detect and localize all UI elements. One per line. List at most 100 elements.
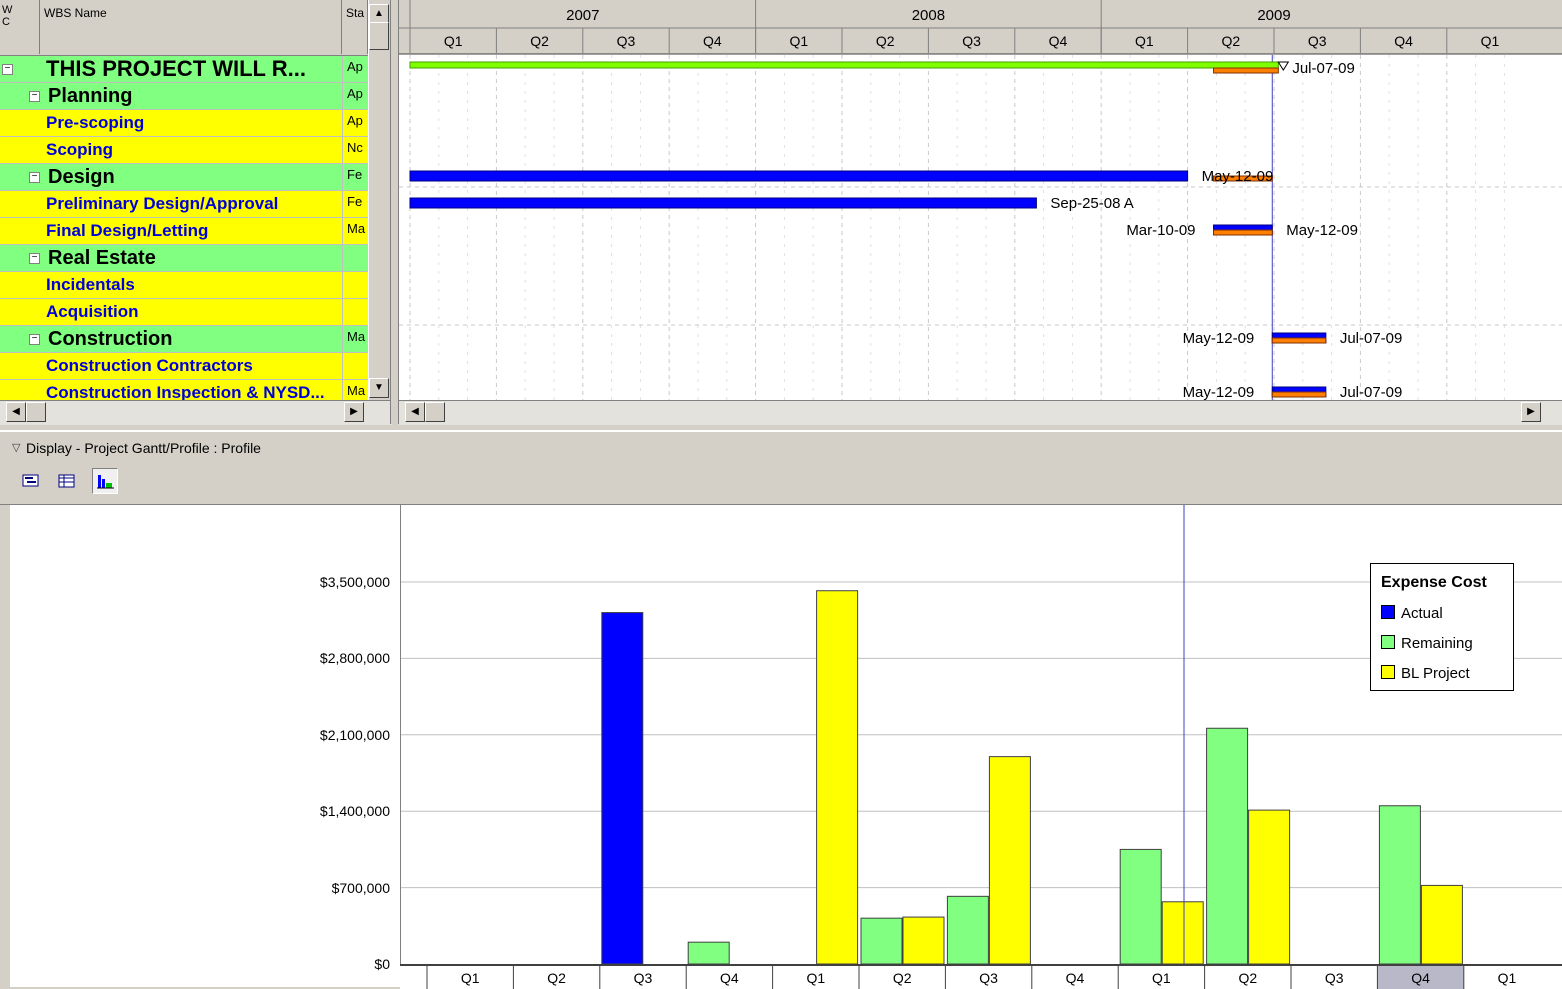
collapse-toggle-icon[interactable]: −	[29, 253, 40, 264]
wbs-name: Final Design/Letting	[46, 221, 209, 240]
table-view-icon[interactable]	[54, 468, 80, 494]
gantt-horizontal-scrollbar[interactable]: ◀ ▶	[399, 400, 1562, 425]
wbs-row[interactable]: − Real Estate	[0, 245, 368, 272]
wbs-table: W C WBS Name Sta − THIS PROJECT WILL R...…	[0, 0, 392, 424]
baseline-bar	[1213, 229, 1273, 236]
bar-end-date-label: Jul-07-09	[1340, 330, 1403, 347]
quarter-label: Q3	[962, 33, 981, 49]
gantt-splitter[interactable]	[390, 0, 399, 424]
baseline-bar	[1271, 337, 1327, 344]
wbs-start: Ma	[342, 326, 368, 352]
bar-start-date-label: May-12-09	[1183, 384, 1255, 400]
bar-end-date-label: Jul-07-09	[1340, 384, 1403, 400]
wbs-start	[342, 272, 368, 298]
scroll-right-arrow-icon[interactable]: ▶	[344, 402, 364, 422]
quarter-label: Q4	[703, 33, 722, 49]
chart-legend: Expense Cost Actual Remaining BL Project	[1370, 563, 1514, 691]
wbs-row[interactable]: Final Design/Letting Ma	[0, 218, 368, 245]
scroll-right-arrow-icon[interactable]: ▶	[1521, 402, 1541, 422]
quarter-label: Q1	[444, 33, 463, 49]
wbs-row[interactable]: − THIS PROJECT WILL R... Ap	[0, 56, 368, 83]
gantt-view-icon[interactable]	[18, 468, 44, 494]
collapse-toggle-icon[interactable]: −	[29, 334, 40, 345]
wbs-row[interactable]: Construction Inspection & NYSD... Ma	[0, 380, 368, 400]
profile-view-icon[interactable]	[92, 468, 118, 494]
legend-swatch-bl-project	[1381, 665, 1395, 679]
scroll-thumb[interactable]	[26, 402, 46, 422]
y-tick-label: $1,400,000	[319, 803, 390, 820]
scroll-left-arrow-icon[interactable]: ◀	[405, 402, 425, 422]
wbs-row[interactable]: Scoping Nc	[0, 137, 368, 164]
wbs-start: Fe	[342, 191, 368, 217]
profile-x-axis-canvas: Q1 Q2 Q3 Q4 Q1 Q2 Q3 Q4 Q1 Q2 Q3 Q4 Q1	[426, 966, 1517, 989]
x-tick-label: Q1	[1152, 970, 1171, 986]
wbs-row[interactable]: − Design Fe	[0, 164, 368, 191]
y-tick-label: $2,800,000	[319, 650, 390, 667]
activity-bar	[409, 170, 1189, 182]
legend-item-remaining: Remaining	[1381, 635, 1473, 652]
wbs-row[interactable]: Pre-scoping Ap	[0, 110, 368, 137]
year-label: 2009	[1257, 7, 1290, 24]
year-label: 2008	[912, 7, 945, 24]
wbs-horizontal-scrollbar[interactable]: ◀ ▶	[0, 400, 392, 425]
wbs-start: Nc	[342, 137, 368, 163]
x-tick-label: Q3	[1325, 970, 1344, 986]
bl-project-bar	[902, 916, 945, 964]
x-tick-label: Q4	[720, 970, 739, 986]
legend-label: BL Project	[1401, 665, 1470, 682]
wbs-row[interactable]: − Planning Ap	[0, 83, 368, 110]
bl-project-bar	[988, 756, 1031, 964]
collapse-toggle-icon[interactable]: −	[2, 64, 13, 75]
start-column-header[interactable]: Sta	[342, 0, 368, 54]
bar-end-date-label: May-12-09	[1286, 222, 1358, 239]
remaining-bar	[1119, 848, 1162, 964]
bl-project-bar	[1420, 884, 1463, 964]
collapse-toggle-icon[interactable]: −	[29, 91, 40, 102]
wbs-name: Design	[48, 166, 115, 188]
scroll-up-arrow-icon[interactable]: ▲	[369, 4, 389, 24]
remaining-bar	[860, 917, 903, 964]
wbs-rows: − THIS PROJECT WILL R... Ap − Planning Ap Pre-…	[0, 56, 368, 400]
wbs-code-column-header[interactable]: W C	[0, 0, 40, 54]
bl-project-bar	[1161, 901, 1204, 964]
wbs-name: Construction Inspection & NYSD...	[46, 383, 325, 400]
scroll-thumb[interactable]	[369, 22, 389, 50]
legend-item-actual: Actual	[1381, 605, 1443, 622]
wbs-start	[342, 353, 368, 379]
wbs-row[interactable]: Construction Contractors	[0, 353, 368, 380]
milestone-triangle-icon	[1277, 61, 1290, 71]
scroll-down-arrow-icon[interactable]: ▼	[369, 378, 389, 398]
wbs-row[interactable]: Acquisition	[0, 299, 368, 326]
wbs-row[interactable]: Preliminary Design/Approval Fe	[0, 191, 368, 218]
y-tick-label: $0	[374, 956, 390, 972]
legend-item-bl-project: BL Project	[1381, 665, 1470, 682]
gantt-canvas: 2007 2008 2009 Q1 Q2 Q3 Q4 Q1 Q2 Q3 Q4 Q1 Q2 Q3 Q4 Q1 Ju…	[399, 0, 1562, 400]
scroll-thumb[interactable]	[425, 402, 445, 422]
scroll-left-arrow-icon[interactable]: ◀	[6, 402, 26, 422]
x-tick-label: Q1	[806, 970, 825, 986]
quarter-label: Q3	[617, 33, 636, 49]
wbs-row[interactable]: − Construction Ma	[0, 326, 368, 353]
wbs-vertical-scrollbar[interactable]: ▲ ▼	[368, 0, 391, 400]
wbs-name: THIS PROJECT WILL R...	[46, 56, 306, 81]
collapse-toggle-icon[interactable]: −	[29, 172, 40, 183]
profile-x-axis: Q1 Q2 Q3 Q4 Q1 Q2 Q3 Q4 Q1 Q2 Q3 Q4 Q1	[400, 964, 1562, 989]
bar-start-date-label: Mar-10-09	[1126, 222, 1195, 239]
remaining-bar	[1206, 727, 1249, 964]
legend-title: Expense Cost	[1381, 574, 1487, 591]
wbs-start: Ap	[342, 56, 368, 82]
collapse-chevron-icon[interactable]: ▽	[12, 441, 20, 454]
legend-swatch-remaining	[1381, 635, 1395, 649]
wbs-name: Incidentals	[46, 275, 135, 294]
wbs-row[interactable]: Incidentals	[0, 272, 368, 299]
wbs-name: Scoping	[46, 140, 114, 159]
x-tick-label: Q4	[1066, 970, 1085, 986]
quarter-label: Q4	[1394, 33, 1413, 49]
activity-bar	[409, 197, 1037, 209]
bar-start-date-label: May-12-09	[1183, 330, 1255, 347]
wbs-start	[342, 245, 368, 271]
quarter-label: Q1	[789, 33, 808, 49]
wbs-name-column-header[interactable]: WBS Name	[40, 0, 342, 54]
legend-label: Actual	[1401, 605, 1443, 622]
wbs-name: Pre-scoping	[46, 113, 145, 132]
